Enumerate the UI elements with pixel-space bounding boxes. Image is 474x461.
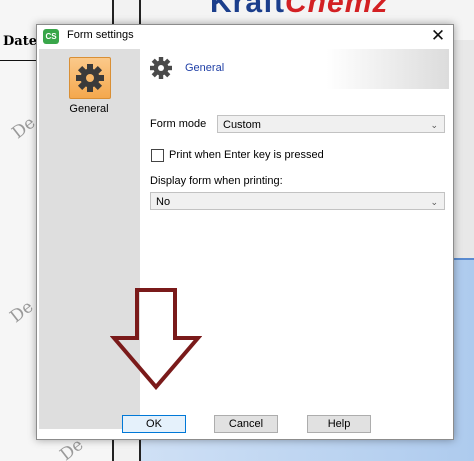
section-header: General — [142, 49, 449, 89]
dialog-titlebar: CS Form settings ✕ — [37, 25, 453, 49]
app-icon: CS — [43, 29, 59, 44]
display-form-select[interactable]: No ⌄ — [150, 192, 445, 210]
form-mode-label: Form mode — [150, 118, 207, 130]
chevron-down-icon: ⌄ — [430, 197, 438, 207]
print-enter-label: Print when Enter key is pressed — [169, 149, 324, 161]
display-form-value: No — [156, 196, 171, 208]
chevron-down-icon: ⌄ — [430, 120, 438, 130]
form-mode-select[interactable]: Custom ⌄ — [217, 115, 445, 133]
background-right-strip — [452, 40, 474, 258]
sidebar-item-label: General — [69, 103, 109, 115]
ok-button[interactable]: OK — [122, 415, 186, 433]
sidebar-item-general[interactable]: General — [47, 55, 131, 125]
cancel-button[interactable]: Cancel — [214, 415, 278, 433]
display-form-label: Display form when printing: — [150, 175, 283, 187]
dialog-title: Form settings — [67, 29, 134, 41]
gear-icon — [148, 55, 174, 81]
gear-icon — [69, 57, 111, 99]
logo-word-2: Chemz — [285, 0, 389, 19]
logo-word-1: Kraft — [210, 0, 286, 19]
form-mode-value: Custom — [223, 119, 261, 131]
close-button[interactable]: ✕ — [423, 25, 453, 49]
annotation-down-arrow-icon — [110, 288, 202, 390]
section-title: General — [185, 62, 225, 74]
help-button[interactable]: Help — [307, 415, 371, 433]
print-enter-checkbox[interactable] — [151, 149, 164, 162]
form-settings-dialog: CS Form settings ✕ General General Form … — [36, 24, 454, 440]
background-logo: KraftChemz — [210, 0, 388, 20]
